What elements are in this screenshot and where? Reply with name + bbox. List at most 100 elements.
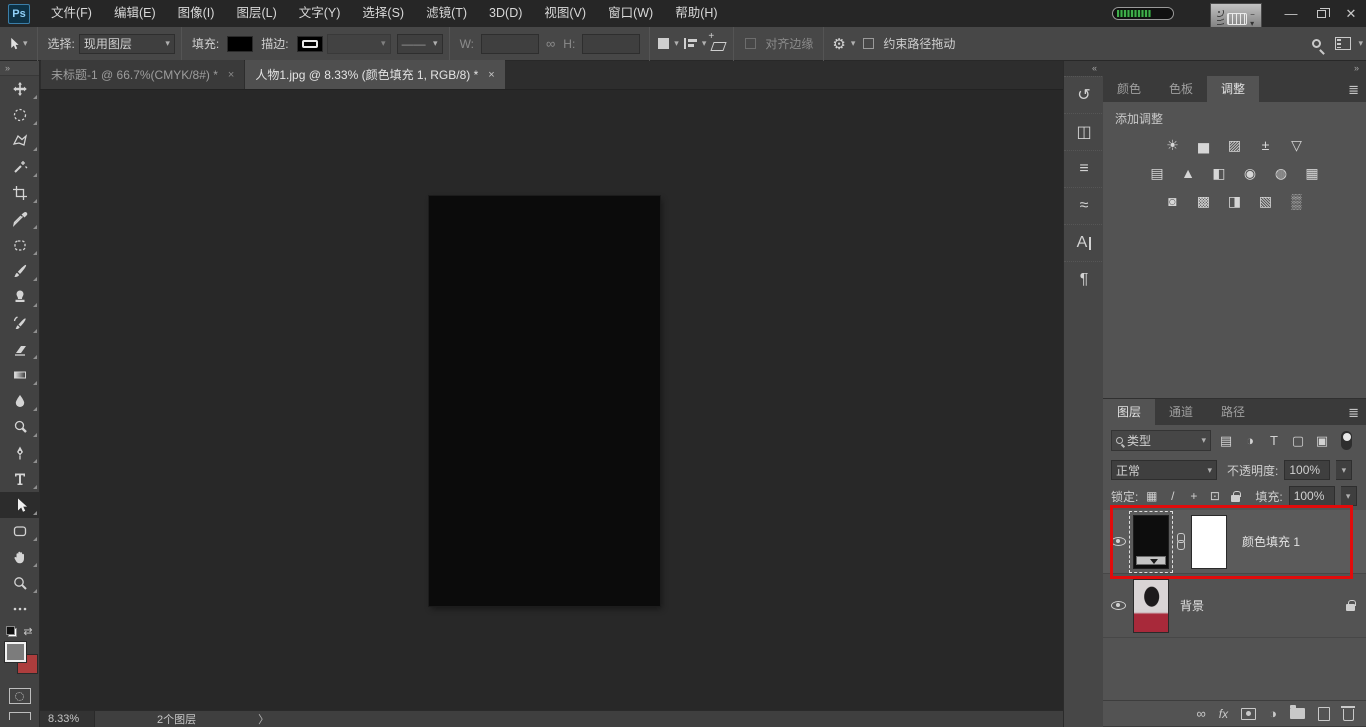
layer-row-color-fill[interactable]: 颜色填充 1 — [1103, 510, 1366, 574]
new-group-icon[interactable] — [1290, 708, 1305, 719]
brush-settings-icon[interactable]: ≡ — [1064, 150, 1104, 187]
menu-help[interactable]: 帮助(H) — [664, 0, 728, 27]
path-operations-chevron[interactable]: ▾ — [674, 38, 679, 49]
menu-layer[interactable]: 图层(L) — [225, 0, 287, 27]
gear-icon[interactable]: ⚙ — [832, 35, 845, 53]
panel-menu-icon[interactable]: ≣ — [1348, 405, 1358, 421]
shape-filter-icon[interactable]: ▢ — [1289, 433, 1307, 449]
fill-chevron[interactable]: ▾ — [1341, 486, 1357, 506]
properties-icon[interactable]: ◫ — [1064, 113, 1104, 150]
visibility-eye-icon[interactable] — [1111, 601, 1126, 610]
gradient-tool[interactable] — [0, 362, 40, 388]
menu-view[interactable]: 视图(V) — [533, 0, 597, 27]
zoom-tool[interactable] — [0, 570, 40, 596]
select-mode-dropdown[interactable]: 现用图层 ▾ — [79, 34, 175, 54]
search-icon[interactable] — [1312, 39, 1321, 48]
dodge-tool[interactable] — [0, 414, 40, 440]
magic-wand-tool[interactable] — [0, 154, 40, 180]
layer-filter-dropdown[interactable]: 类型 ▾ — [1111, 430, 1211, 451]
curves-icon[interactable]: ▨ — [1225, 137, 1245, 154]
layer-mask-thumbnail[interactable] — [1191, 515, 1227, 569]
zoom-level-field[interactable]: 8.33% — [40, 711, 95, 727]
link-dimensions-icon[interactable]: ∞ — [546, 36, 555, 51]
color-lookup-icon[interactable]: ▦ — [1302, 165, 1322, 182]
mask-link-icon[interactable] — [1176, 533, 1184, 551]
layer-name[interactable]: 背景 — [1180, 597, 1204, 614]
workspace-icon[interactable] — [1335, 37, 1351, 50]
quick-mask-button[interactable] — [9, 688, 31, 704]
fill-field[interactable]: 100% — [1289, 486, 1335, 506]
opacity-chevron[interactable]: ▾ — [1336, 460, 1352, 480]
workspace-chevron[interactable]: ▾ — [1358, 38, 1363, 49]
posterize-icon[interactable]: ▩ — [1194, 193, 1214, 210]
exposure-icon[interactable]: ± — [1256, 137, 1276, 154]
shape-tool[interactable] — [0, 518, 40, 544]
visibility-eye-icon[interactable] — [1111, 537, 1126, 546]
delete-layer-icon[interactable] — [1343, 709, 1354, 721]
tab-paths[interactable]: 路径 — [1207, 399, 1259, 425]
color-balance-icon[interactable]: ▲ — [1178, 165, 1198, 182]
document-tab-person[interactable]: 人物1.jpg @ 8.33% (颜色填充 1, RGB/8) * × — [245, 60, 504, 89]
canvas[interactable] — [40, 90, 1063, 710]
path-select-tool[interactable] — [0, 492, 40, 518]
default-colors-icon[interactable] — [6, 626, 17, 637]
blend-mode-dropdown[interactable]: 正常 ▾ — [1111, 460, 1217, 480]
selective-color-icon[interactable]: ▧ — [1256, 193, 1276, 210]
screen-mode-button[interactable] — [9, 712, 31, 720]
layer-name[interactable]: 颜色填充 1 — [1242, 533, 1300, 550]
close-button[interactable]: ✕ — [1336, 0, 1366, 27]
filter-toggle[interactable] — [1341, 431, 1352, 450]
history-icon[interactable]: ↺ — [1064, 76, 1104, 113]
tab-color[interactable]: 颜色 — [1103, 76, 1155, 102]
swap-colors-icon[interactable]: ⇄ — [23, 625, 32, 638]
status-chevron[interactable]: 〉 — [258, 711, 269, 727]
brightness-contrast-icon[interactable]: ☀ — [1163, 137, 1183, 154]
menu-image[interactable]: 图像(I) — [167, 0, 226, 27]
pixel-filter-icon[interactable]: ▤ — [1217, 433, 1235, 449]
smart-object-filter-icon[interactable]: ▣ — [1313, 433, 1331, 449]
hand-tool[interactable] — [0, 544, 40, 570]
photo-filter-icon[interactable]: ◉ — [1240, 165, 1260, 182]
width-input[interactable] — [481, 34, 539, 54]
levels-icon[interactable]: ▅ — [1194, 137, 1214, 154]
type-tool[interactable] — [0, 466, 40, 492]
lasso-tool[interactable] — [0, 128, 40, 154]
tab-adjustments[interactable]: 调整 — [1207, 76, 1259, 102]
dock-collapse-button[interactable]: « — [1064, 61, 1103, 76]
clone-stamp-tool[interactable] — [0, 284, 40, 310]
eraser-tool[interactable] — [0, 336, 40, 362]
link-layers-icon[interactable]: ∞ — [1197, 706, 1206, 721]
menu-type[interactable]: 文字(Y) — [288, 0, 352, 27]
paragraph-icon[interactable]: ¶ — [1064, 261, 1104, 298]
edit-toolbar-button[interactable] — [0, 596, 40, 622]
pen-tool[interactable] — [0, 440, 40, 466]
elliptical-marquee-tool[interactable] — [0, 102, 40, 128]
panel-expand-button[interactable]: » — [1103, 61, 1366, 76]
hue-saturation-icon[interactable]: ▤ — [1147, 165, 1167, 182]
gear-chevron[interactable]: ▾ — [851, 38, 856, 49]
black-white-icon[interactable]: ◧ — [1209, 165, 1229, 182]
path-align-icon[interactable] — [684, 38, 697, 49]
menu-select[interactable]: 选择(S) — [351, 0, 415, 27]
close-icon[interactable]: × — [488, 69, 494, 81]
menu-file[interactable]: 文件(F) — [40, 0, 103, 27]
crop-tool[interactable] — [0, 180, 40, 206]
path-arrange-icon[interactable] — [711, 38, 725, 50]
move-tool[interactable] — [0, 76, 40, 102]
tab-swatches[interactable]: 色板 — [1155, 76, 1207, 102]
tool-preset-chevron[interactable]: ▾ — [23, 38, 28, 49]
path-operations-icon[interactable] — [658, 38, 669, 49]
lock-transparent-icon[interactable]: ▦ — [1144, 489, 1159, 503]
lock-move-icon[interactable]: + — [1186, 489, 1201, 503]
blur-tool[interactable] — [0, 388, 40, 414]
tools-collapse-button[interactable]: » — [0, 61, 39, 76]
tab-channels[interactable]: 通道 — [1155, 399, 1207, 425]
stroke-swatch[interactable] — [297, 36, 323, 52]
menu-filter[interactable]: 滤镜(T) — [415, 0, 478, 27]
background-photo-thumbnail[interactable] — [1133, 579, 1169, 633]
brush-tool[interactable] — [0, 258, 40, 284]
document-image[interactable] — [429, 196, 660, 606]
path-align-chevron[interactable]: ▾ — [702, 38, 707, 49]
fill-swatch[interactable] — [227, 36, 253, 52]
tab-layers[interactable]: 图层 — [1103, 399, 1155, 425]
